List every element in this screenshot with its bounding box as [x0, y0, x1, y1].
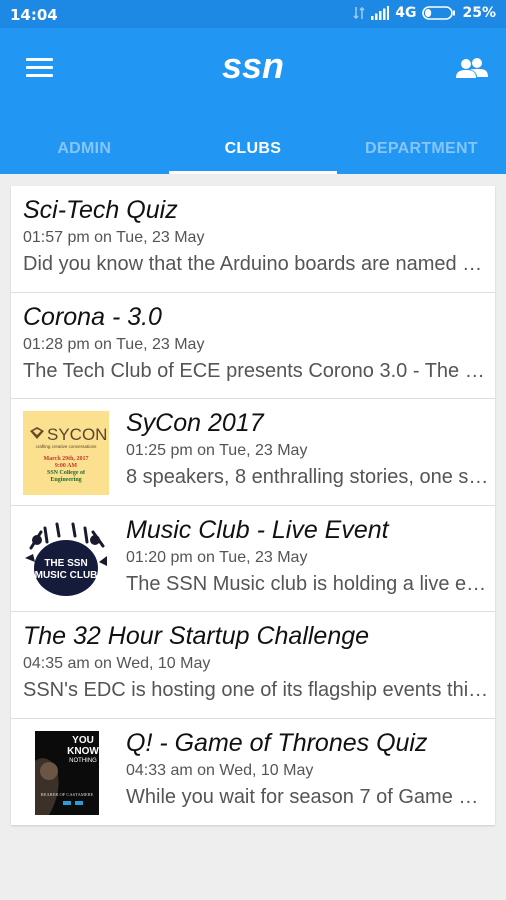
post-card-corona[interactable]: Corona - 3.0 01:28 pm on Tue, 23 May The… [11, 293, 495, 399]
sycon-venue: SSN College of Engineering [47, 470, 85, 483]
post-title: The 32 Hour Startup Challenge [23, 622, 370, 650]
post-date: 01:20 pm on Tue, 23 May [126, 548, 308, 566]
got-line3: NOTHING [69, 758, 97, 764]
music-club-line1: THE SSN [44, 558, 87, 569]
got-line2: KNOW [67, 746, 99, 757]
tab-admin[interactable]: ADMIN [0, 124, 169, 174]
got-footer: BEARER OF CASTAMERE [41, 792, 94, 797]
app-bar: ssn ADMIN CLUBS DEPARTMENT [0, 28, 506, 174]
post-date: 04:33 am on Wed, 10 May [126, 761, 314, 779]
sycon-date: March 29th, 2017 [43, 456, 88, 462]
tab-clubs[interactable]: CLUBS [168, 124, 338, 174]
post-description: SSN's EDC is hosting one of its flagship… [23, 679, 489, 701]
sycon-time: 9:00 AM [55, 463, 78, 469]
got-line1: YOU [72, 735, 94, 746]
ssn-logo: ssn [210, 45, 296, 88]
signal-icon [371, 6, 390, 20]
music-club-logo-thumbnail: THE SSN MUSIC CLUB [23, 517, 109, 602]
post-title: Q! - Game of Thrones Quiz [126, 728, 428, 757]
people-icon[interactable] [452, 48, 492, 88]
sycon-brand: SYCON [47, 425, 107, 444]
post-description: While you wait for season 7 of Game of T… [126, 785, 489, 808]
battery-icon [422, 6, 456, 20]
status-bar: 14:04 4G 25% [0, 0, 506, 28]
battery-percent: 25% [462, 5, 496, 21]
post-description: The Tech Club of ECE presents Corono 3.0… [23, 359, 489, 382]
post-date: 04:35 am on Wed, 10 May [23, 655, 211, 672]
post-date: 01:28 pm on Tue, 23 May [23, 335, 205, 353]
post-card-sycon[interactable]: SYCON crafting creative conversations Ma… [11, 399, 495, 506]
status-time: 14:04 [10, 6, 58, 24]
got-poster-thumbnail: YOU KNOW NOTHING BEARER OF CASTAMERE [23, 730, 109, 815]
network-type: 4G [395, 5, 417, 21]
tab-bar: ADMIN CLUBS DEPARTMENT [0, 124, 506, 174]
sycon-poster-thumbnail: SYCON crafting creative conversations Ma… [23, 411, 109, 495]
post-date: 01:25 pm on Tue, 23 May [126, 442, 308, 459]
post-card-music-club[interactable]: THE SSN MUSIC CLUB Music Club - Live Eve… [11, 506, 495, 612]
sycon-tagline: crafting creative conversations [36, 444, 98, 449]
post-list: Sci-Tech Quiz 01:57 pm on Tue, 23 May Di… [11, 186, 495, 825]
music-club-line2: MUSIC CLUB [35, 570, 98, 581]
data-transfer-icon [353, 6, 365, 20]
post-title: Corona - 3.0 [23, 302, 162, 331]
post-description: Did you know that the Arduino boards are… [23, 253, 489, 275]
post-title: Sci-Tech Quiz [23, 196, 178, 224]
post-card-startup-challenge[interactable]: The 32 Hour Startup Challenge 04:35 am o… [11, 612, 495, 719]
post-card-sci-tech-quiz[interactable]: Sci-Tech Quiz 01:57 pm on Tue, 23 May Di… [11, 186, 495, 293]
hamburger-menu-icon[interactable] [18, 46, 60, 88]
post-card-got-quiz[interactable]: YOU KNOW NOTHING BEARER OF CASTAMERE Q! … [11, 719, 495, 826]
post-description: 8 speakers, 8 enthralling stories, one s… [126, 466, 489, 488]
post-date: 01:57 pm on Tue, 23 May [23, 229, 205, 246]
tab-department[interactable]: DEPARTMENT [337, 124, 506, 174]
post-title: SyCon 2017 [126, 409, 264, 437]
post-title: Music Club - Live Event [126, 515, 389, 544]
status-icons: 4G 25% [353, 5, 496, 21]
post-description: The SSN Music club is holding a live eve… [126, 572, 489, 595]
